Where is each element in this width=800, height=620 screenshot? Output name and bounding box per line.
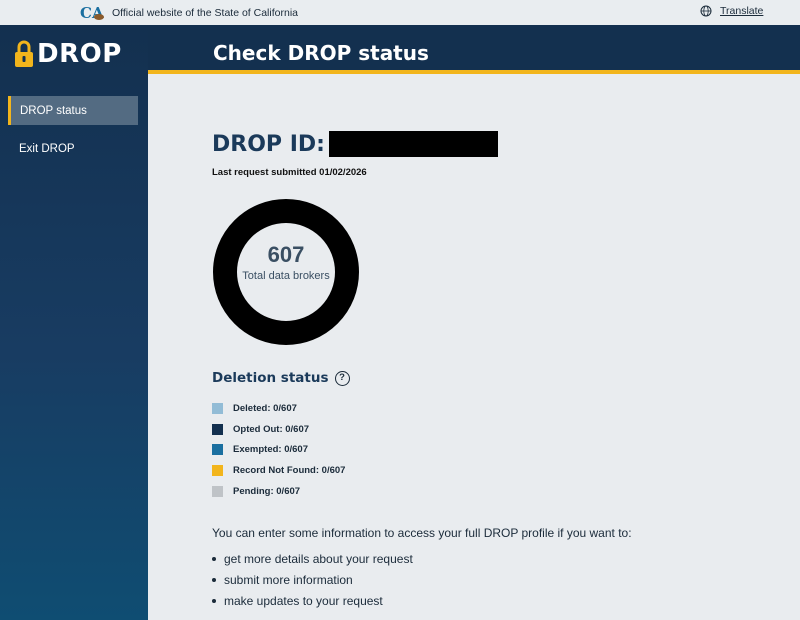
legend-item-opted-out: Opted Out: 0/607 [212, 424, 309, 435]
translate-link[interactable]: Translate [700, 5, 763, 17]
page-header: Check DROP status [148, 25, 800, 70]
legend-swatch [212, 403, 223, 414]
ca-logo-icon: CA [80, 4, 104, 22]
list-item-text: make updates to your request [224, 594, 383, 608]
list-item: submit more information [212, 573, 353, 587]
lock-icon [15, 40, 33, 67]
translate-label[interactable]: Translate [720, 5, 763, 17]
last-request-date: Last request submitted 01/02/2026 [212, 167, 367, 178]
sidebar-item-label: Exit DROP [19, 142, 75, 155]
page-title: Check DROP status [213, 41, 429, 65]
legend-item-deleted: Deleted: 0/607 [212, 403, 297, 414]
state-banner-text: Official website of the State of Califor… [112, 7, 298, 19]
deletion-status-heading: Deletion status ? [212, 370, 350, 386]
legend-label: Opted Out: 0/607 [233, 424, 310, 435]
question-icon[interactable]: ? [334, 370, 350, 386]
drop-id-redacted [328, 131, 498, 157]
legend-swatch [212, 486, 223, 497]
brand-wordmark: DROP [37, 39, 122, 69]
donut-caption: Total data brokers [242, 270, 330, 282]
globe-icon [700, 5, 712, 17]
state-official-notice: CA Official website of the State of Cali… [80, 4, 298, 22]
list-item-text: submit more information [224, 573, 353, 587]
legend-label: Record Not Found: 0/607 [233, 465, 346, 476]
bullet-icon [212, 578, 216, 582]
legend-item-exempted: Exempted: 0/607 [212, 444, 308, 455]
bullet-icon [212, 557, 216, 561]
state-banner: CA Official website of the State of Cali… [0, 0, 800, 25]
sidebar: DROP DROP status Exit DROP [0, 25, 148, 620]
deletion-status-title: Deletion status [212, 370, 329, 386]
legend-swatch [212, 465, 223, 476]
main-content: DROP ID: Last request submitted 01/02/20… [148, 74, 800, 620]
drop-id-row: DROP ID: [212, 131, 498, 157]
donut-total-count: 607 [267, 242, 305, 267]
list-item: make updates to your request [212, 594, 383, 608]
legend-label: Exempted: 0/607 [233, 444, 308, 455]
legend-swatch [212, 444, 223, 455]
sidebar-item-label: DROP status [20, 104, 87, 117]
drop-id-label: DROP ID: [212, 131, 325, 157]
list-item-text: get more details about your request [224, 552, 413, 566]
profile-info-text: You can enter some information to access… [212, 526, 632, 540]
bullet-icon [212, 599, 216, 603]
legend-item-pending: Pending: 0/607 [212, 486, 300, 497]
legend-item-record-not-found: Record Not Found: 0/607 [212, 465, 345, 476]
sidebar-item-drop-status[interactable]: DROP status [8, 96, 138, 125]
drop-logo: DROP [14, 40, 122, 68]
legend-label: Deleted: 0/607 [233, 403, 297, 414]
list-item: get more details about your request [212, 552, 413, 566]
legend-swatch [212, 424, 223, 435]
sidebar-item-exit-drop[interactable]: Exit DROP [8, 134, 138, 163]
legend-label: Pending: 0/607 [233, 486, 301, 497]
